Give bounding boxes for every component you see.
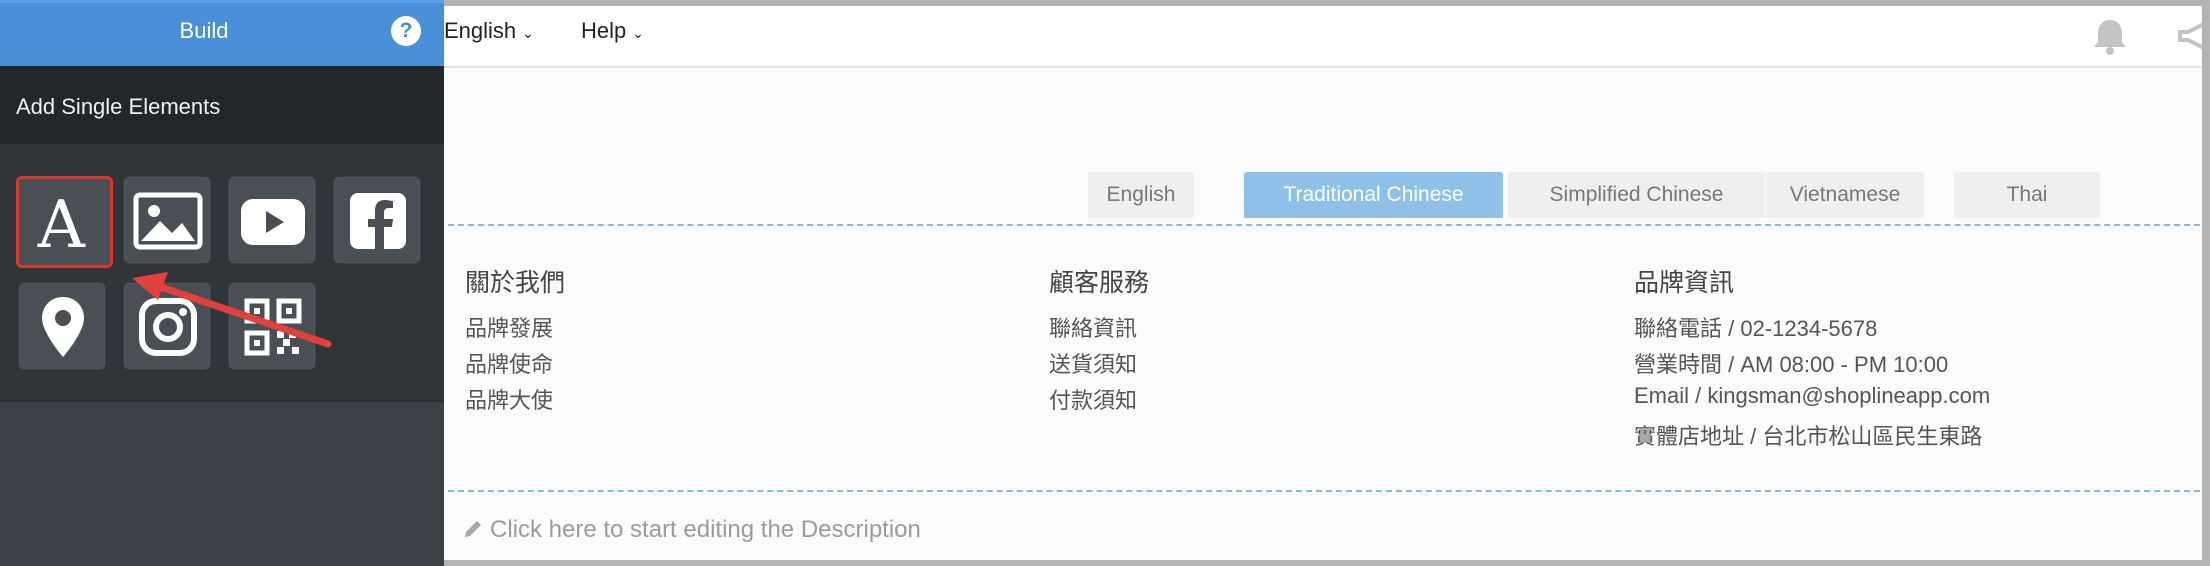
bottom-dashed-divider <box>448 490 2210 492</box>
app-root: Build ? Add Single Elements A English ⌄ … <box>0 0 2210 566</box>
description-editor[interactable]: Click here to start editing the Descript… <box>462 516 921 544</box>
help-dropdown-label: Help <box>581 18 627 43</box>
add-map-element-button[interactable] <box>18 282 106 370</box>
tab-simplified-chinese[interactable]: Simplified Chinese <box>1508 172 1765 218</box>
footer-link[interactable]: 品牌使命 <box>465 347 553 379</box>
section-title: Add Single Elements <box>16 94 221 119</box>
frame-right-edge <box>2202 0 2210 566</box>
footer-info[interactable]: 營業時間 / AM 08:00 - PM 10:00 <box>1634 347 1948 379</box>
tab-traditional-chinese[interactable]: Traditional Chinese <box>1244 172 1503 218</box>
footer-link[interactable]: 付款須知 <box>1049 383 1137 415</box>
add-qr-code-element-button[interactable] <box>228 282 316 370</box>
top-navigation: English ⌄ Help ⌄ <box>444 6 2210 68</box>
language-dropdown-label: English <box>444 18 517 43</box>
map-pin-icon <box>42 297 84 357</box>
footer-link[interactable]: 品牌大使 <box>465 383 553 415</box>
text-icon: A <box>37 187 86 263</box>
top-dashed-divider <box>448 224 2210 226</box>
help-icon[interactable]: ? <box>391 16 421 46</box>
footer-link[interactable]: 聯絡資訊 <box>1049 311 1137 343</box>
image-icon <box>133 192 203 250</box>
footer-editor: English Traditional Chinese Simplified C… <box>444 68 2210 562</box>
column-title[interactable]: 品牌資訊 <box>1634 263 1734 299</box>
section-header: Add Single Elements <box>0 66 444 144</box>
footer-info[interactable]: Email / kingsman@shoplineapp.com <box>1634 383 1990 409</box>
footer-info[interactable]: 聯絡電話 / 02-1234-5678 <box>1634 311 1877 343</box>
column-title[interactable]: 關於我們 <box>465 263 565 299</box>
help-dropdown[interactable]: Help ⌄ <box>581 18 644 44</box>
build-header: Build ? <box>0 0 444 66</box>
build-sidebar: Build ? Add Single Elements A <box>0 0 444 566</box>
add-facebook-element-button[interactable] <box>333 176 421 264</box>
svg-text:A: A <box>37 187 86 263</box>
pencil-icon <box>465 521 481 537</box>
add-instagram-element-button[interactable] <box>123 282 211 370</box>
footer-link[interactable]: 送貨須知 <box>1049 347 1137 379</box>
add-text-element-button[interactable]: A <box>16 176 113 268</box>
facebook-icon <box>350 193 406 249</box>
chevron-down-icon: ⌄ <box>522 25 534 41</box>
footer-info[interactable]: 實體店地址 / 台北市松山區民生東路 <box>1634 419 1982 451</box>
tab-english[interactable]: English <box>1088 172 1194 218</box>
footer-link[interactable]: 品牌發展 <box>465 311 553 343</box>
sidebar-lower-panel <box>0 404 444 566</box>
elements-panel: A <box>0 144 444 402</box>
youtube-icon <box>241 199 305 245</box>
add-youtube-element-button[interactable] <box>228 176 316 264</box>
editor-main: English ⌄ Help ⌄ English Traditional Chine… <box>444 0 2210 562</box>
column-title[interactable]: 顧客服務 <box>1049 263 1149 299</box>
chevron-down-icon: ⌄ <box>632 25 644 41</box>
bell-icon[interactable] <box>2088 14 2132 58</box>
description-placeholder: Click here to start editing the Descript… <box>490 516 921 543</box>
language-dropdown[interactable]: English ⌄ <box>444 18 534 44</box>
tab-vietnamese[interactable]: Vietnamese <box>1766 172 1924 218</box>
tab-thai[interactable]: Thai <box>1954 172 2100 218</box>
add-image-element-button[interactable] <box>123 176 211 264</box>
qr-code-icon <box>244 298 302 356</box>
frame-bottom-edge <box>444 560 2210 566</box>
instagram-icon <box>139 298 197 356</box>
build-title: Build <box>179 18 229 43</box>
